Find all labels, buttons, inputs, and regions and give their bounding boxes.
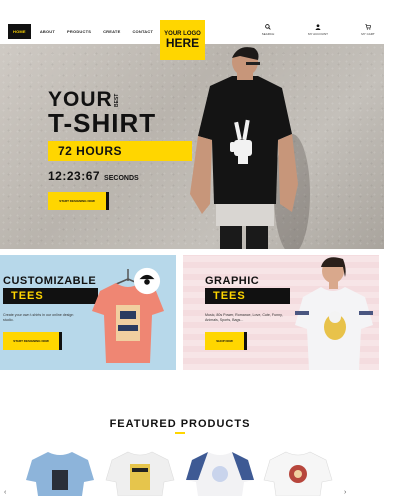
- featured-title-underline: [175, 432, 185, 434]
- model-graphic-tee-image: [295, 257, 373, 370]
- nav-contact[interactable]: CONTACT: [129, 27, 156, 36]
- nav-home[interactable]: HOME: [8, 24, 31, 39]
- nav-products[interactable]: PRODUCTS: [64, 27, 94, 36]
- page: HOME ABOUT PRODUCTS CREATE CONTACT SEARC…: [0, 0, 411, 496]
- promo-left-description: Create your own t-shirts in our online d…: [3, 313, 74, 323]
- hero-banner: YOUR BEST T-SHIRT 72 HOURS 12:23:67 SECO…: [0, 44, 384, 249]
- promo-right-band-text: TEES: [213, 290, 246, 302]
- account-button[interactable]: MY ACCOUNT: [303, 24, 333, 36]
- cart-button[interactable]: MY CART: [353, 24, 383, 36]
- promo-left-band: TEES: [3, 288, 98, 304]
- promo-right-description: Music, 80s Power, Romance, Love, Cute, F…: [205, 313, 283, 323]
- account-label: MY ACCOUNT: [308, 32, 328, 36]
- start-designing-button[interactable]: START DESIGNING NOW: [48, 192, 109, 210]
- hero-heading-line2: T-SHIRT: [48, 108, 157, 138]
- featured-products-row: [0, 450, 411, 496]
- search-button[interactable]: SEARCH: [253, 24, 283, 36]
- promo-left-button[interactable]: START DESIGNING NOW: [3, 332, 62, 350]
- featured-products-title: FEATURED PRODUCTS: [109, 418, 251, 430]
- site-logo[interactable]: YOUR LOGO HERE: [160, 20, 205, 60]
- promo-customizable-tees[interactable]: CUSTOMIZABLE TEES Create your own t-shir…: [0, 255, 176, 370]
- promo-left-title: CUSTOMIZABLE: [3, 275, 97, 287]
- product-card-white-tee[interactable]: [104, 450, 176, 496]
- hero-hours-band: 72 HOURS: [48, 141, 192, 161]
- header-actions: SEARCH MY ACCOUNT MY CART: [253, 24, 383, 36]
- product-card-graphic-tee[interactable]: [262, 450, 334, 496]
- start-designing-label: START DESIGNING NOW: [59, 199, 95, 203]
- promo-graphic-tees[interactable]: GRAPHIC TEES Music, 80s Power, Romance, …: [183, 255, 379, 370]
- promo-left-band-text: TEES: [11, 290, 44, 302]
- cart-icon: [365, 24, 371, 30]
- shop-now-button[interactable]: SHOP NOW: [205, 332, 247, 350]
- main-nav: HOME ABOUT PRODUCTS CREATE CONTACT: [8, 24, 156, 39]
- carousel-prev-icon[interactable]: ‹: [4, 489, 6, 496]
- cart-label: MY CART: [361, 32, 375, 36]
- user-icon: [315, 24, 321, 30]
- nav-about[interactable]: ABOUT: [37, 27, 58, 36]
- hero-hours-text: 72 HOURS: [58, 144, 123, 158]
- carousel-next-icon[interactable]: ›: [344, 489, 346, 496]
- search-label: SEARCH: [261, 32, 275, 36]
- countdown-label: SECONDS: [104, 175, 139, 182]
- nav-create[interactable]: CREATE: [100, 27, 123, 36]
- promo-left-button-label: START DESIGNING NOW: [13, 339, 49, 343]
- search-icon: [265, 24, 271, 30]
- promo-right-band: TEES: [205, 288, 290, 304]
- countdown-timer: 12:23:67 SECONDS: [48, 169, 139, 183]
- site-header: HOME ABOUT PRODUCTS CREATE CONTACT SEARC…: [0, 0, 411, 44]
- product-card-raglan-tee[interactable]: [184, 450, 256, 496]
- countdown-value: 12:23:67: [48, 169, 101, 183]
- shop-now-label: SHOP NOW: [216, 339, 233, 343]
- badge-icon: [133, 267, 161, 295]
- promo-right-title: GRAPHIC: [205, 275, 260, 287]
- hero-best-tag: BEST: [114, 93, 120, 107]
- product-card-blue-tee[interactable]: [24, 450, 96, 496]
- hero-model-image: [190, 47, 310, 249]
- logo-line2: HERE: [165, 35, 200, 50]
